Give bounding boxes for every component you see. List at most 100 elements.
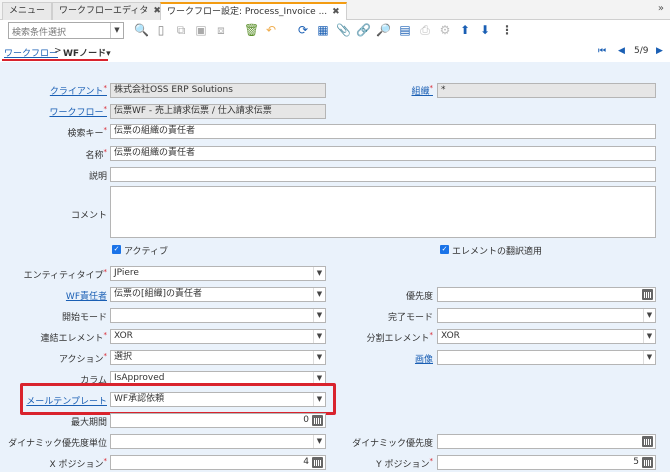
description-label: 説明 (88, 172, 107, 182)
chevron-down-icon[interactable]: ▼ (643, 330, 655, 343)
maxduration-input[interactable]: 0 (110, 413, 326, 428)
chevron-down-icon[interactable]: ▼ (110, 23, 123, 38)
xpos-label: X ポジション* (49, 457, 107, 470)
chevron-down-icon[interactable]: ▼ (313, 288, 325, 301)
action-select[interactable]: 選択 ▼ (110, 350, 326, 365)
name-label-text: 名称 (85, 151, 104, 161)
calculator-icon[interactable] (312, 415, 323, 426)
translated-checkbox[interactable]: ✓ (440, 245, 449, 254)
finishmode-select[interactable]: ▼ (437, 308, 656, 323)
workflow-field: 伝票WF - 売上請求伝票 / 仕入請求伝票 (110, 104, 326, 119)
chevron-down-icon[interactable]: ▼ (643, 309, 655, 322)
searchkey-label: 検索キー* (67, 126, 107, 139)
maxduration-value: 0 (303, 415, 309, 425)
breadcrumb-link-workflow[interactable]: ワークフロー (4, 46, 58, 59)
chevron-down-icon[interactable]: ▼ (313, 267, 325, 280)
print-icon[interactable]: ⎙ (418, 23, 432, 37)
dynprio-unit-select[interactable]: ▼ (110, 434, 326, 449)
save-new-icon[interactable]: ⧈ (214, 23, 228, 37)
comment-textarea[interactable] (110, 186, 656, 238)
responsible-value: 伝票の[組織]の責任者 (114, 289, 203, 299)
previous-record-icon[interactable]: ◀ (618, 46, 625, 56)
org-label[interactable]: 組織* (411, 84, 433, 97)
chevron-down-icon[interactable]: ▼ (313, 435, 325, 448)
join-select[interactable]: XOR ▼ (110, 329, 326, 344)
chevron-down-icon[interactable]: ▼ (313, 351, 325, 364)
zoom-across-icon[interactable]: 🔎 (376, 23, 391, 37)
join-label: 連結エレメント* (40, 331, 107, 344)
join-label-text: 連結エレメント (40, 334, 104, 344)
comment-label: コメント (70, 211, 107, 221)
breadcrumb-separator: > (54, 46, 62, 56)
action-label: アクション* (58, 352, 107, 365)
priority-label: 優先度 (405, 292, 433, 302)
chevron-down-icon[interactable]: ▼ (643, 351, 655, 364)
caret-down-icon: ▾ (106, 49, 111, 59)
collapse-icon[interactable]: » (658, 3, 664, 14)
highlight-box (20, 383, 336, 415)
attachment-icon[interactable]: 📎 (336, 23, 351, 37)
startmode-select[interactable]: ▼ (110, 308, 326, 323)
breadcrumb-current-label: WFノード (63, 49, 107, 59)
report-icon[interactable]: ▤ (398, 23, 412, 37)
search-placeholder: 検索条件選択 (12, 28, 67, 38)
settings-icon[interactable]: ⚙ (438, 23, 452, 37)
chevron-down-icon[interactable]: ▼ (313, 309, 325, 322)
name-input[interactable]: 伝票の組織の責任者 (110, 146, 656, 161)
calculator-icon[interactable] (642, 289, 653, 300)
name-label: 名称* (85, 148, 107, 161)
client-label[interactable]: クライアント* (50, 84, 107, 97)
xpos-label-text: X ポジション (49, 460, 104, 470)
dynprio-label: ダイナミック優先度 (352, 439, 433, 449)
calculator-icon[interactable] (312, 457, 323, 468)
tab-workflow-setup[interactable]: ワークフロー設定: Process_Invoice ... ✖ (160, 2, 347, 21)
highlight-underline (2, 59, 108, 61)
finishmode-label: 完了モード (387, 313, 433, 323)
chevron-down-icon[interactable]: ▼ (313, 330, 325, 343)
ypos-label: Y ポジション* (376, 457, 433, 470)
client-field: 株式会社OSS ERP Solutions (110, 83, 326, 98)
workflow-label[interactable]: ワークフロー* (49, 105, 107, 118)
split-label-text: 分割エレメント (366, 334, 430, 344)
delete-icon[interactable]: 🗑 (244, 23, 259, 37)
responsible-select[interactable]: 伝票の[組織]の責任者 ▼ (110, 287, 326, 302)
calculator-icon[interactable] (642, 436, 653, 447)
detail-down-icon[interactable]: ⬇ (478, 23, 492, 37)
copy-icon[interactable]: ⧉ (174, 23, 188, 37)
breadcrumb-current[interactable]: WFノード▾ (63, 46, 111, 59)
tab-menu[interactable]: メニュー (2, 2, 53, 20)
split-value: XOR (441, 331, 460, 341)
tab-label: ワークフロー設定: Process_Invoice ... (167, 7, 328, 17)
active-label: アクティブ (124, 247, 169, 257)
dynprio-input[interactable] (437, 434, 656, 449)
priority-input[interactable] (437, 287, 656, 302)
xpos-input[interactable]: 4 (110, 455, 326, 470)
new-record-icon[interactable]: ▯ (154, 23, 168, 37)
client-label-text: クライアント (49, 87, 104, 97)
startmode-label: 開始モード (61, 313, 107, 323)
search-icon[interactable]: 🔍 (134, 23, 149, 37)
ypos-input[interactable]: 5 (437, 455, 656, 470)
active-checkbox[interactable]: ✓ (112, 245, 121, 254)
searchkey-input[interactable]: 伝票の組織の責任者 (110, 124, 656, 139)
image-select[interactable]: ▼ (437, 350, 656, 365)
grid-toggle-icon[interactable]: ▦ (316, 23, 330, 37)
responsible-label[interactable]: WF責任者 (66, 289, 107, 302)
undo-icon[interactable]: ↶ (264, 23, 278, 37)
close-icon[interactable]: ✖ (332, 7, 340, 17)
save-icon[interactable]: ▣ (194, 23, 208, 37)
more-icon[interactable]: ⋮ (500, 23, 514, 37)
first-record-icon[interactable]: ⏮ (598, 46, 606, 56)
ypos-label-text: Y ポジション (376, 460, 430, 470)
entitytype-select[interactable]: JPiere ▼ (110, 266, 326, 281)
chat-icon[interactable]: 🔗 (356, 23, 371, 37)
refresh-icon[interactable]: ⟳ (296, 23, 310, 37)
next-record-icon[interactable]: ▶ (656, 46, 663, 56)
parent-up-icon[interactable]: ⬆ (458, 23, 472, 37)
description-input[interactable] (110, 167, 656, 182)
search-query-select[interactable]: 検索条件選択 ▼ (8, 22, 124, 39)
calculator-icon[interactable] (642, 457, 653, 468)
tab-workflow-editor[interactable]: ワークフローエディタ ✖ (52, 2, 168, 20)
split-select[interactable]: XOR ▼ (437, 329, 656, 344)
image-label[interactable]: 画像 (415, 352, 433, 365)
